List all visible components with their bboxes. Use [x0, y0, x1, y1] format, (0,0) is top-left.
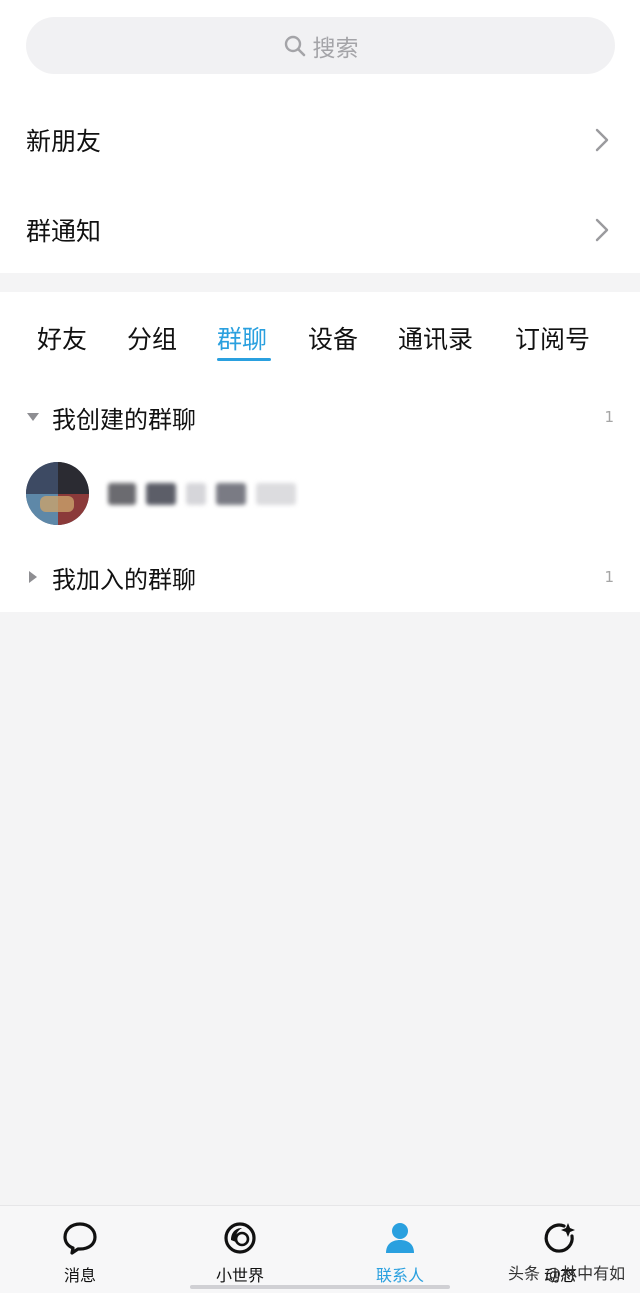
chevron-right-icon [595, 218, 609, 242]
new-friends-label: 新朋友 [26, 127, 102, 156]
group-notice-row[interactable]: 群通知 [0, 185, 640, 275]
contacts-tabs: 好友 分组 群聊 设备 通讯录 订阅号 [0, 292, 640, 382]
small-world-icon [224, 1222, 256, 1254]
group-name-redacted [108, 480, 328, 508]
triangle-right-icon [29, 571, 37, 583]
search-bar[interactable]: 搜索 [26, 17, 615, 74]
nav-messages-label: 消息 [63, 1266, 96, 1285]
top-section: 搜索 新朋友 群通知 [0, 0, 640, 273]
new-friends-row[interactable]: 新朋友 [0, 95, 640, 185]
refresh-star-icon [544, 1223, 575, 1253]
joined-groups-count: 1 [604, 568, 614, 586]
tab-friends[interactable]: 好友 [37, 320, 87, 356]
home-indicator [190, 1285, 450, 1289]
tab-subscriptions[interactable]: 订阅号 [515, 320, 590, 356]
joined-groups-label: 我加入的群聊 [52, 565, 196, 594]
tab-devices[interactable]: 设备 [308, 320, 358, 356]
group-notice-label: 群通知 [26, 217, 102, 246]
tab-group-chats[interactable]: 群聊 [217, 320, 267, 356]
triangle-down-icon [27, 413, 39, 421]
search-icon [284, 35, 305, 56]
nav-messages[interactable]: 消息 [0, 1206, 160, 1293]
nav-contacts[interactable]: 联系人 [320, 1206, 480, 1293]
chevron-right-icon [595, 128, 609, 152]
joined-groups-header[interactable]: 我加入的群聊 1 [0, 549, 640, 605]
chat-bubble-icon [63, 1222, 97, 1255]
created-groups-label: 我创建的群聊 [52, 405, 196, 434]
nav-small-world-label: 小世界 [215, 1266, 264, 1285]
created-groups-count: 1 [604, 408, 614, 426]
search-placeholder: 搜索 [312, 35, 359, 62]
contacts-list-section: 好友 分组 群聊 设备 通讯录 订阅号 我创建的群聊 1 我加入的群聊 1 [0, 292, 640, 612]
contacts-person-icon [386, 1223, 414, 1253]
active-tab-underline [217, 358, 271, 361]
tab-address-book[interactable]: 通讯录 [398, 320, 473, 356]
group-avatar [26, 462, 89, 525]
tab-groups[interactable]: 分组 [127, 320, 177, 356]
created-groups-header[interactable]: 我创建的群聊 1 [0, 389, 640, 445]
watermark: 头条 @林中有如 [508, 1264, 626, 1283]
nav-contacts-label: 联系人 [375, 1266, 424, 1285]
nav-small-world[interactable]: 小世界 [160, 1206, 320, 1293]
group-chat-item[interactable] [0, 462, 640, 534]
